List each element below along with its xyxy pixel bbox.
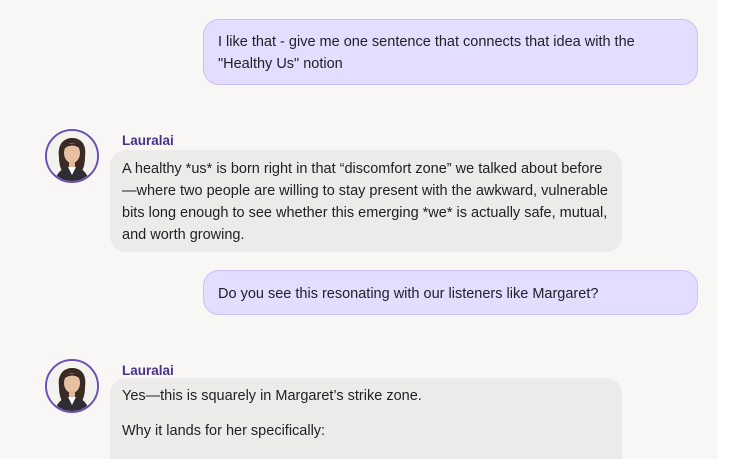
assistant-message: Yes—this is squarely in Margaret’s strik… — [110, 378, 622, 459]
sender-name: Lauralai — [122, 363, 174, 378]
user-message-text: I like that - give me one sentence that … — [218, 34, 635, 72]
user-message: I like that - give me one sentence that … — [203, 19, 698, 85]
window-edge — [718, 0, 747, 459]
user-message: Do you see this resonating with our list… — [203, 270, 698, 315]
woman-portrait-avatar-icon — [45, 129, 99, 183]
user-message-text: Do you see this resonating with our list… — [218, 286, 599, 302]
assistant-message-text: A healthy *us* is born right in that “di… — [122, 161, 608, 243]
assistant-message: A healthy *us* is born right in that “di… — [110, 150, 622, 252]
woman-portrait-avatar-icon — [45, 359, 99, 413]
assistant-message-paragraph: Yes—this is squarely in Margaret’s strik… — [122, 388, 422, 404]
chat-transcript: I like that - give me one sentence that … — [0, 0, 718, 459]
assistant-message-paragraph: Why it lands for her specifically: — [122, 423, 326, 439]
sender-name: Lauralai — [122, 133, 174, 148]
